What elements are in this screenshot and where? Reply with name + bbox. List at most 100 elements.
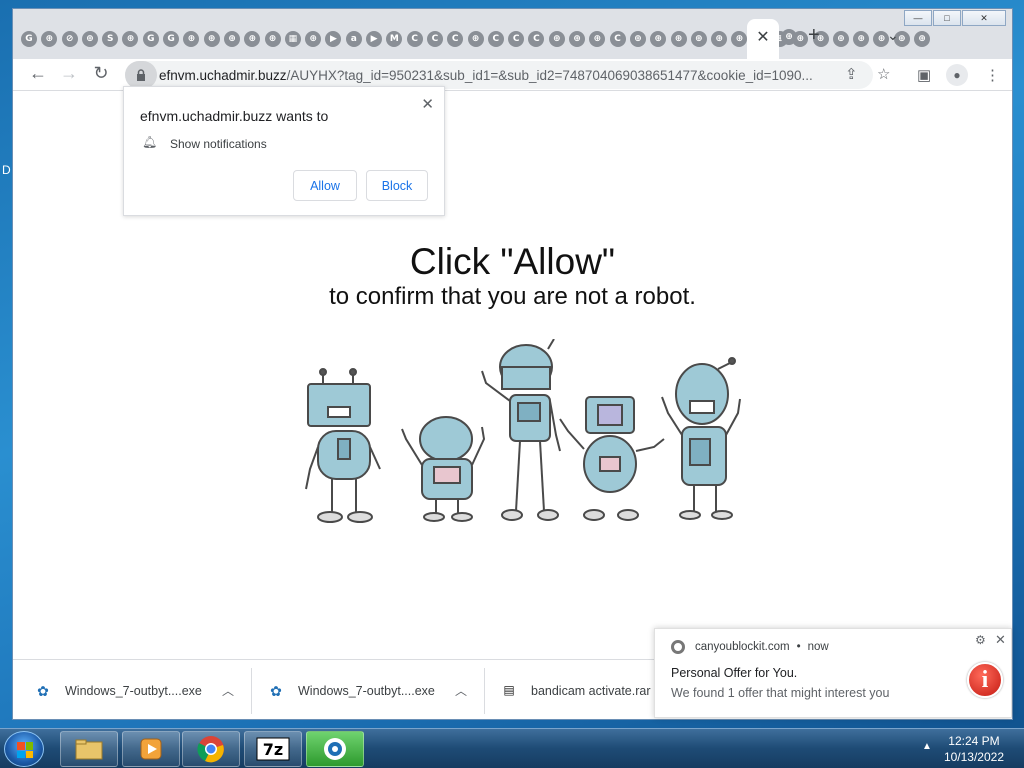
lock-icon[interactable] [125, 61, 157, 89]
system-clock[interactable]: 12:24 PM 10/13/2022 [944, 733, 1004, 765]
allow-button[interactable]: Allow [293, 170, 357, 201]
minimize-button[interactable]: — [904, 10, 932, 26]
close-window-button[interactable]: ✕ [962, 10, 1006, 26]
tab-favicon[interactable]: ⊕ [650, 31, 667, 47]
permission-title: efnvm.uchadmir.buzz wants to [140, 108, 329, 124]
tab-favicon[interactable]: ⊕ [711, 31, 728, 47]
url-host: efnvm.uchadmir.buzz [159, 67, 287, 83]
bell-icon: 🔔︎ [142, 135, 158, 149]
folder-icon [75, 739, 103, 760]
tab-favicon[interactable]: ▶ [366, 31, 383, 47]
tab-favicon[interactable]: C [528, 31, 545, 47]
tab-favicon[interactable]: ⊕ [81, 31, 98, 47]
installer-taskbar-button[interactable] [306, 731, 364, 767]
reload-icon[interactable]: ↻ [90, 63, 112, 84]
tab-favicon[interactable]: ⊕ [305, 31, 322, 47]
maximize-button[interactable]: □ [933, 10, 961, 26]
download-item[interactable]: ✿ Windows_7-outbyt....exe [268, 660, 435, 719]
tab-favicon[interactable]: ⊕ [853, 31, 870, 47]
tab-favicon[interactable]: ⊕ [781, 29, 797, 45]
notification-source: canyoublockit.com [695, 641, 790, 653]
info-icon: i [967, 662, 1003, 698]
address-bar[interactable]: efnvm.uchadmir.buzz/AUYHX?tag_id=950231&… [125, 61, 873, 89]
profile-avatar-icon[interactable]: ● [946, 64, 968, 86]
divider [251, 668, 252, 714]
chevron-up-icon[interactable]: ︿ [455, 682, 467, 699]
7zip-taskbar-button[interactable]: 7z [244, 731, 302, 767]
tab-favicon[interactable]: ⊕ [244, 31, 261, 47]
tab-favicon[interactable]: C [426, 31, 443, 47]
chrome-taskbar-button[interactable] [182, 731, 240, 767]
menu-kebab-icon[interactable]: ⋮ [985, 66, 1000, 84]
page-subline: to confirm that you are not a robot. [329, 283, 696, 310]
tab-list: G ⊕ ⊘ ⊕ S ⊕ G G ⊕ ⊕ ⊕ ⊕ ⊕ ▦ ⊕ ▶ a ▶ M C C C ⊕ C C C ⊕ ⊕ ⊕ C ⊕ ⊕ ⊕ ⊕ ⊕ ⊕ ⊕ ⊕ ⊕ ⊕… [21, 27, 934, 51]
tab-favicon[interactable]: ⊕ [731, 31, 748, 47]
divider [484, 668, 485, 714]
back-arrow-icon[interactable]: ← [27, 63, 49, 84]
tab-favicon[interactable]: ⊕ [264, 31, 281, 47]
tab-favicon[interactable]: M [386, 31, 403, 47]
new-tab-button[interactable]: + [808, 24, 820, 47]
tab-favicon[interactable]: C [487, 31, 504, 47]
tab-favicon[interactable]: ⊕ [203, 31, 220, 47]
robot-5 [661, 357, 741, 520]
tab-favicon[interactable]: ▦ [284, 31, 301, 47]
tab-favicon[interactable]: ▶ [325, 31, 342, 47]
chrome-icon [197, 736, 224, 763]
notification-title: Personal Offer for You. [671, 666, 798, 680]
start-button[interactable] [4, 731, 44, 767]
download-item[interactable]: ✿ Windows_7-outbyt....exe [35, 660, 202, 719]
media-player-taskbar-button[interactable] [122, 731, 180, 767]
tab-close-icon[interactable]: ✕ [755, 27, 771, 47]
tab-favicon[interactable]: S [102, 31, 119, 47]
url-path: /AUYHX?tag_id=950231&sub_id1=&sub_id2=74… [286, 67, 813, 83]
side-panel-icon[interactable]: ▣ [917, 66, 931, 84]
notification-header: canyoublockit.com • now [671, 640, 829, 654]
robot-4 [559, 396, 665, 521]
gear-icon: ✿ [270, 683, 282, 699]
block-button[interactable]: Block [366, 170, 428, 201]
tab-favicon[interactable]: C [406, 31, 423, 47]
window-controls: — □ ✕ [903, 10, 1012, 26]
tab-favicon[interactable]: ⊕ [548, 31, 565, 47]
share-icon[interactable]: ⇪ [845, 65, 858, 83]
tab-favicon[interactable]: ⊕ [183, 31, 200, 47]
explorer-taskbar-button[interactable] [60, 731, 118, 767]
page-headline: Click "Allow" [409, 241, 616, 282]
tab-favicon[interactable]: ⊕ [589, 31, 606, 47]
tab-favicon[interactable]: ⊕ [41, 31, 58, 47]
robot-1 [305, 368, 381, 523]
tab-favicon[interactable]: ⊘ [61, 31, 78, 47]
tab-favicon[interactable]: G [21, 31, 37, 47]
chevron-up-icon[interactable]: ︿ [222, 682, 234, 699]
forward-arrow-icon[interactable]: → [58, 63, 80, 84]
taskbar: 7z ▲ 12:24 PM 10/13/2022 [0, 728, 1024, 768]
tab-favicon[interactable]: a [345, 31, 362, 47]
tab-favicon[interactable]: ⊕ [629, 31, 646, 47]
tab-favicon[interactable]: ⊕ [832, 31, 849, 47]
close-icon[interactable]: ✕ [421, 95, 434, 113]
tab-favicon[interactable]: C [609, 31, 626, 47]
tab-favicon[interactable]: C [508, 31, 525, 47]
tab-favicon[interactable]: G [163, 31, 180, 47]
settings-gear-icon[interactable]: ⚙ [975, 633, 986, 647]
7zip-icon: 7z [256, 737, 290, 761]
bookmark-star-icon[interactable]: ☆ [877, 65, 890, 83]
tab-favicon[interactable]: C [447, 31, 464, 47]
tab-favicon[interactable]: ⊕ [223, 31, 240, 47]
media-player-icon [140, 738, 162, 760]
download-item[interactable]: ▤ bandicam activate.rar [501, 660, 650, 719]
tab-favicon[interactable]: ⊕ [467, 31, 484, 47]
notification-toast[interactable]: canyoublockit.com • now ⚙ ✕ Personal Off… [654, 628, 1012, 718]
show-hidden-icons-icon[interactable]: ▲ [922, 741, 932, 752]
tab-favicon[interactable]: G [142, 31, 159, 47]
tab-favicon[interactable]: ⊕ [122, 31, 139, 47]
tab-favicon[interactable]: ⊕ [569, 31, 586, 47]
close-icon[interactable]: ✕ [995, 632, 1006, 648]
tab-favicon[interactable]: ⊕ [670, 31, 687, 47]
tab-search-chevron-icon[interactable]: ⌄ [887, 27, 899, 44]
tab-favicon[interactable]: ⊕ [690, 31, 707, 47]
url-text[interactable]: efnvm.uchadmir.buzz/AUYHX?tag_id=950231&… [159, 68, 831, 83]
permission-text: Show notifications [170, 137, 267, 151]
tab-favicon[interactable]: ⊕ [914, 31, 931, 47]
